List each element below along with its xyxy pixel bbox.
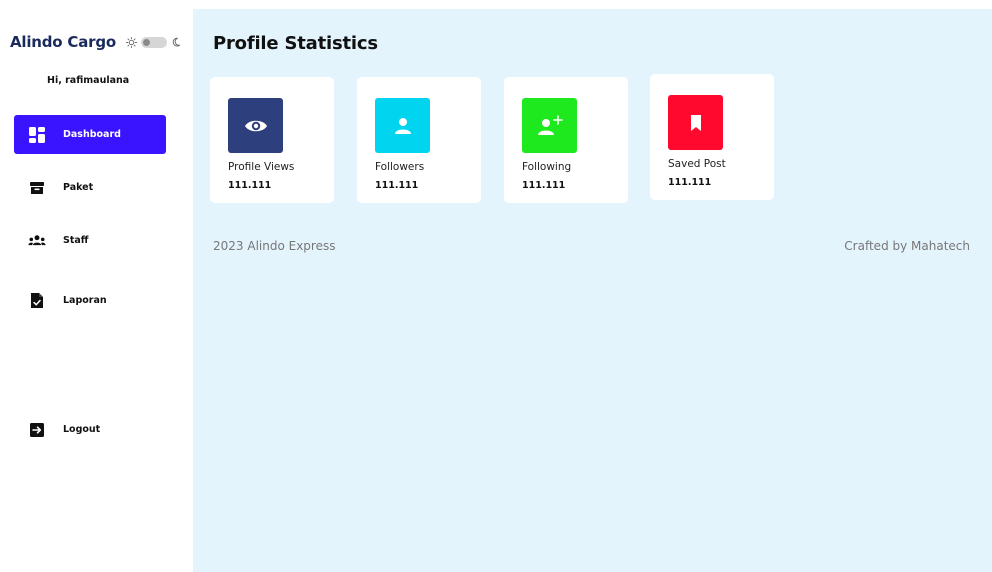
stat-card-value: 111.111: [668, 177, 712, 188]
archive-box-icon: [28, 179, 46, 197]
users-group-icon: [28, 232, 46, 250]
stat-card-value: 111.111: [522, 180, 566, 191]
main-content: Profile Statistics Profile Views 111.111: [193, 9, 992, 572]
stat-card-following: Following 111.111: [504, 77, 628, 203]
app-root: Alindo Cargo Hi, rafimaulana Dashboard P…: [0, 0, 992, 572]
eye-icon: [228, 98, 283, 153]
user-plus-icon: [522, 98, 577, 153]
sidebar-item-label: Staff: [63, 235, 89, 246]
stat-card-label: Followers: [375, 161, 425, 173]
footer-copyright: 2023 Alindo Express: [213, 239, 336, 253]
sidebar-item-label: Paket: [63, 182, 94, 193]
brand-title: Alindo Cargo: [10, 33, 117, 51]
theme-toggle[interactable]: [125, 36, 183, 48]
stat-card-label: Saved Post: [668, 158, 726, 170]
dashboard-grid-icon: [28, 126, 46, 144]
stat-card-label: Following: [522, 161, 572, 173]
sidebar-item-label: Dashboard: [63, 129, 121, 140]
sun-icon: [125, 36, 137, 48]
stat-card-followers: Followers 111.111: [357, 77, 481, 203]
sidebar-item-label: Logout: [63, 424, 101, 435]
moon-icon: [171, 36, 183, 48]
stat-card-saved-post: Saved Post 111.111: [650, 74, 774, 200]
user-greeting: Hi, rafimaulana: [47, 75, 130, 86]
stat-card-value: 111.111: [228, 180, 272, 191]
stat-card-profile-views: Profile Views 111.111: [210, 77, 334, 203]
sidebar-item-logout[interactable]: Logout: [14, 410, 166, 449]
stat-card-label: Profile Views: [228, 161, 295, 173]
sidebar-item-paket[interactable]: Paket: [14, 168, 166, 207]
sidebar-item-laporan[interactable]: Laporan: [14, 281, 166, 320]
file-check-icon: [28, 292, 46, 310]
brand-row: Alindo Cargo: [10, 33, 183, 51]
stat-card-value: 111.111: [375, 180, 419, 191]
sidebar-item-dashboard[interactable]: Dashboard: [14, 115, 166, 154]
sidebar: Alindo Cargo Hi, rafimaulana Dashboard P…: [0, 0, 193, 572]
sidebar-item-label: Laporan: [63, 295, 107, 306]
switch-knob: [143, 38, 151, 46]
user-icon: [375, 98, 430, 153]
bookmark-icon: [668, 95, 723, 150]
theme-switch[interactable]: [141, 36, 168, 48]
logout-arrow-icon: [28, 421, 46, 439]
footer-credit: Crafted by Mahatech: [844, 239, 970, 253]
page-title: Profile Statistics: [213, 33, 378, 54]
sidebar-item-staff[interactable]: Staff: [14, 221, 166, 260]
